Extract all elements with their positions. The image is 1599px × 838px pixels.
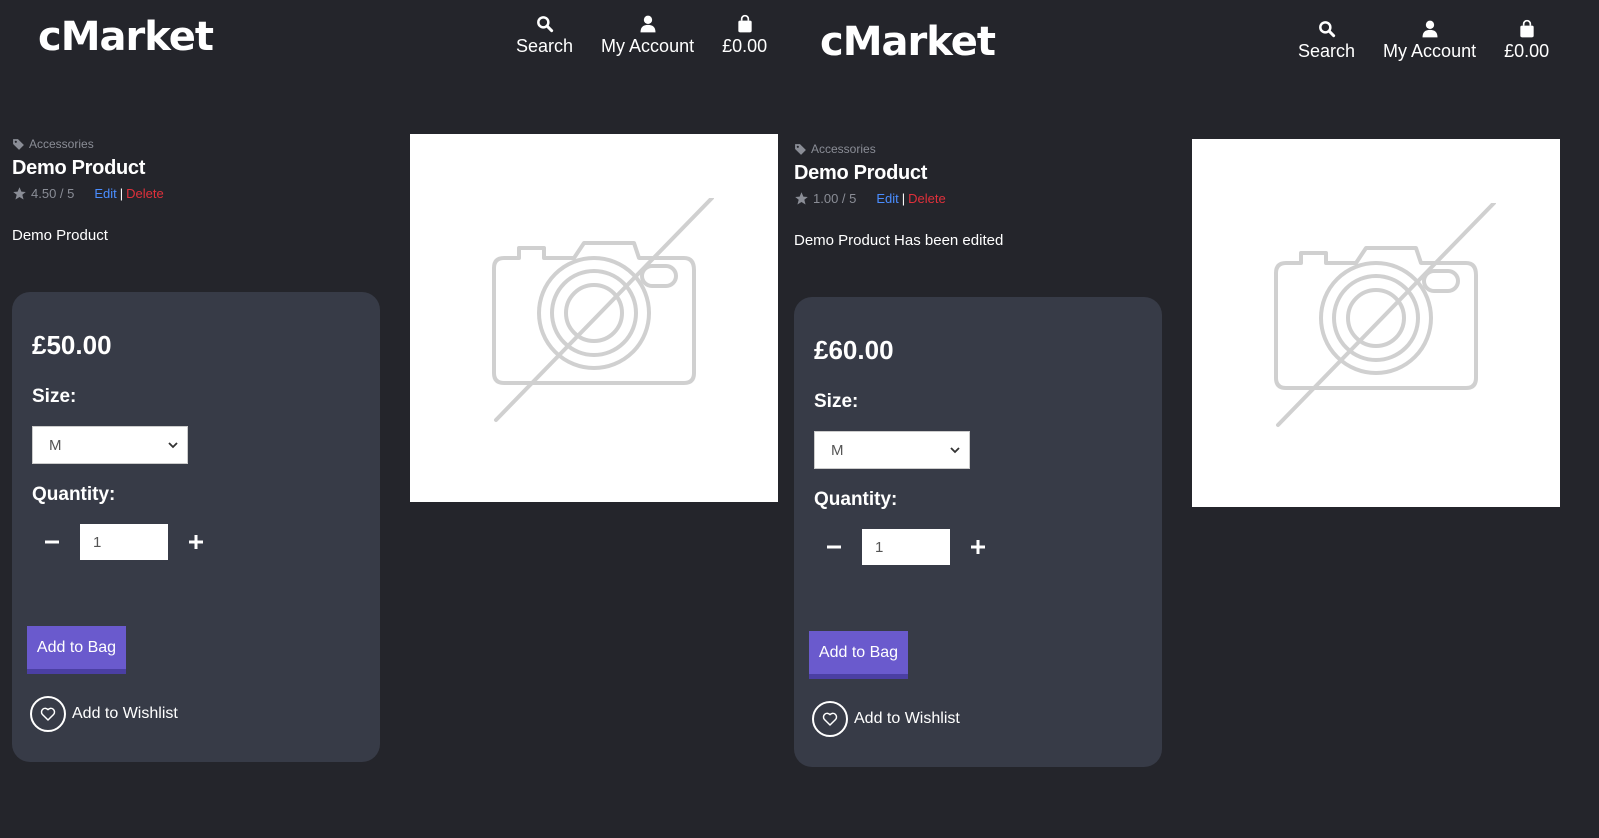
header-nav: Search My Account £0.00: [1298, 19, 1549, 62]
product-page-right: cMarket Search My Account £0.00 Accessor…: [782, 5, 1565, 838]
delete-link[interactable]: Delete: [908, 191, 946, 206]
increment-button[interactable]: [966, 535, 990, 559]
heart-icon-circle: [812, 701, 848, 737]
nav-search[interactable]: Search: [516, 14, 573, 57]
edit-link[interactable]: Edit: [94, 186, 116, 201]
star-icon: [13, 187, 26, 200]
product-title: Demo Product: [794, 162, 928, 184]
minus-icon: [827, 545, 841, 549]
site-header: cMarket Search My Account £0.00: [782, 5, 1565, 95]
product-page-left: cMarket Search My Account £0.00 Accessor…: [0, 0, 782, 833]
nav-my-account[interactable]: My Account: [1383, 19, 1476, 62]
no-image-camera-icon: [1274, 203, 1496, 427]
quantity-stepper: 1: [822, 529, 990, 565]
product-category[interactable]: Accessories: [12, 137, 164, 151]
nav-bag-total: £0.00: [1504, 41, 1550, 61]
wishlist-label: Add to Wishlist: [72, 705, 178, 722]
add-to-wishlist-button[interactable]: Add to Wishlist: [30, 696, 178, 732]
size-label: Size:: [814, 391, 859, 412]
product-price: £60.00: [814, 335, 894, 365]
purchase-card: £60.00 Size: M Quantity: 1 Add to Bag Ad…: [794, 297, 1162, 767]
tag-icon: [795, 143, 806, 155]
product-category[interactable]: Accessories: [794, 142, 1003, 156]
site-header: cMarket Search My Account £0.00: [0, 0, 782, 90]
quantity-label: Quantity:: [32, 484, 116, 505]
nav-my-account[interactable]: My Account: [601, 14, 694, 57]
link-separator: |: [119, 186, 124, 201]
product-rating: 4.50 / 5: [31, 186, 75, 201]
product-description: Demo Product Has been edited: [794, 232, 1004, 249]
increment-button[interactable]: [184, 530, 208, 554]
site-logo[interactable]: cMarket: [38, 14, 214, 60]
nav-search-label: Search: [516, 36, 574, 56]
edit-link[interactable]: Edit: [876, 191, 898, 206]
quantity-input[interactable]: 1: [862, 529, 950, 565]
user-icon: [640, 15, 656, 33]
quantity-stepper: 1: [40, 524, 208, 560]
plus-icon: [189, 535, 203, 549]
chevron-down-icon: [950, 447, 960, 454]
nav-bag[interactable]: £0.00: [722, 14, 767, 57]
user-icon: [1422, 20, 1438, 38]
size-select[interactable]: M: [32, 426, 188, 464]
no-image-camera-icon: [492, 198, 714, 422]
size-selected-value: M: [49, 436, 62, 454]
heart-icon: [40, 707, 56, 721]
search-icon: [536, 16, 553, 33]
product-description: Demo Product: [12, 227, 108, 244]
nav-my-account-label: My Account: [1383, 41, 1477, 61]
site-logo[interactable]: cMarket: [820, 19, 996, 65]
size-select[interactable]: M: [814, 431, 970, 469]
size-label: Size:: [32, 386, 77, 407]
add-to-wishlist-button[interactable]: Add to Wishlist: [812, 701, 960, 737]
product-meta: 4.50 / 5 Edit | Delete: [12, 186, 164, 201]
shopping-bag-icon: [737, 14, 752, 33]
add-to-bag-button[interactable]: Add to Bag: [809, 631, 908, 679]
size-selected-value: M: [831, 441, 844, 459]
delete-link[interactable]: Delete: [126, 186, 164, 201]
shopping-bag-icon: [1519, 19, 1534, 38]
product-image: [410, 134, 778, 502]
decrement-button[interactable]: [40, 530, 64, 554]
nav-search[interactable]: Search: [1298, 19, 1355, 62]
search-icon: [1318, 21, 1335, 38]
plus-icon: [971, 540, 985, 554]
nav-bag[interactable]: £0.00: [1504, 19, 1549, 62]
product-category-label: Accessories: [29, 137, 94, 151]
product-meta: 1.00 / 5 Edit | Delete: [794, 191, 1003, 206]
tag-icon: [13, 138, 24, 150]
decrement-button[interactable]: [822, 535, 846, 559]
heart-icon-circle: [30, 696, 66, 732]
nav-bag-total: £0.00: [722, 36, 768, 56]
add-to-bag-button[interactable]: Add to Bag: [27, 626, 126, 674]
quantity-input[interactable]: 1: [80, 524, 168, 560]
product-category-label: Accessories: [811, 142, 876, 156]
minus-icon: [45, 540, 59, 544]
link-separator: |: [901, 191, 906, 206]
product-rating: 1.00 / 5: [813, 191, 857, 206]
chevron-down-icon: [168, 442, 178, 449]
heart-icon: [822, 712, 838, 726]
nav-search-label: Search: [1298, 41, 1356, 61]
screen: cMarket Search My Account £0.00 Accessor…: [0, 0, 1599, 833]
product-title: Demo Product: [12, 157, 146, 179]
product-info: Accessories Demo Product 4.50 / 5 Edit |…: [12, 137, 164, 244]
product-image: [1192, 139, 1560, 507]
wishlist-label: Add to Wishlist: [854, 710, 960, 727]
header-nav: Search My Account £0.00: [516, 14, 767, 57]
purchase-card: £50.00 Size: M Quantity: 1 Add to Bag Ad…: [12, 292, 380, 762]
product-price: £50.00: [32, 330, 112, 360]
nav-my-account-label: My Account: [601, 36, 695, 56]
quantity-label: Quantity:: [814, 489, 898, 510]
product-info: Accessories Demo Product 1.00 / 5 Edit |…: [794, 142, 1003, 249]
star-icon: [795, 192, 808, 205]
